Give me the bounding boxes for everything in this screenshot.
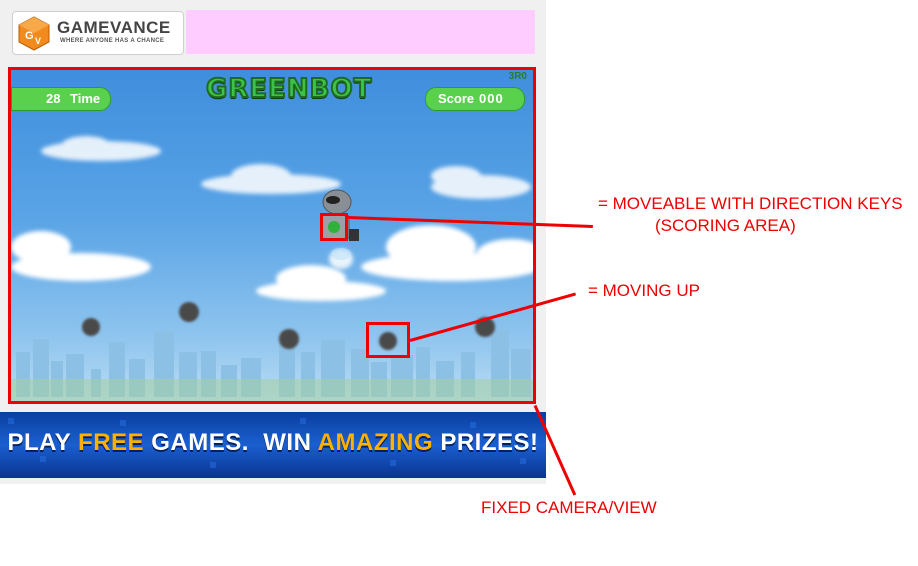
banner-highlight-free: FREE (78, 429, 145, 456)
svg-text:G: G (25, 30, 34, 42)
banner-highlight-amazing: AMAZING (317, 429, 434, 456)
banner-text-2: GAMES. WIN (144, 429, 318, 456)
player-highlight-box (320, 213, 348, 241)
logo-tagline: WHERE ANYONE HAS A CHANCE (60, 38, 165, 44)
player-annotation-sub: (SCORING AREA) (655, 216, 796, 235)
rock-highlight-box (366, 322, 410, 358)
banner-text-1: PLAY (7, 429, 79, 456)
rock-annotation: = MOVING UP (588, 281, 700, 300)
player-annotation: = MOVEABLE WITH DIRECTION KEYS (598, 194, 903, 213)
logo-cube-icon: G V (18, 16, 50, 51)
ad-slot[interactable] (186, 10, 535, 54)
logo-name: GAMEVANCE (57, 18, 171, 37)
gamevance-logo[interactable]: G V GAMEVANCE WHERE ANYONE HAS A CHANCE (12, 11, 184, 55)
promo-banner[interactable]: PLAY FREE GAMES. WIN AMAZING PRIZES! (0, 412, 546, 478)
camera-highlight-box (8, 67, 536, 404)
banner-text: PLAY FREE GAMES. WIN AMAZING PRIZES! (0, 429, 546, 457)
svg-text:V: V (35, 36, 41, 46)
banner-text-3: PRIZES! (433, 429, 539, 456)
camera-annotation: FIXED CAMERA/VIEW (481, 498, 657, 517)
